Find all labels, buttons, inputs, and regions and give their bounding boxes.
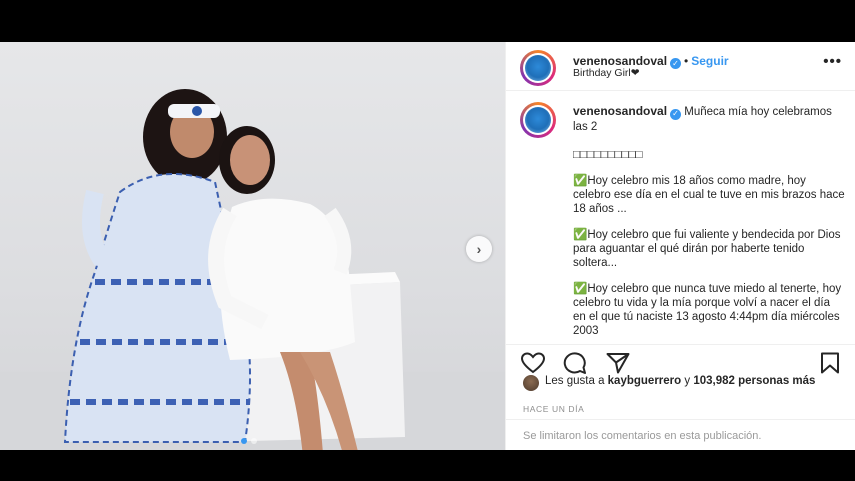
likes-mid: y bbox=[681, 375, 691, 387]
liker-username[interactable]: kaybguerrero bbox=[608, 375, 682, 387]
caption-avatar[interactable] bbox=[520, 102, 556, 138]
verified-badge-icon: ✓ bbox=[670, 58, 682, 69]
comment-icon[interactable] bbox=[563, 352, 587, 374]
verified-badge-icon: ✓ bbox=[670, 108, 682, 120]
more-options-icon[interactable]: ••• bbox=[823, 53, 842, 70]
share-icon[interactable] bbox=[606, 352, 630, 374]
post-timestamp[interactable]: HACE UN DÍA bbox=[523, 404, 584, 414]
likes-summary: Les gusta a kaybguerrero y 103,982 perso… bbox=[523, 374, 843, 391]
heart-icon[interactable] bbox=[521, 352, 545, 374]
comments-disabled-text: Se limitaron los comentarios en esta pub… bbox=[523, 430, 762, 442]
carousel-dots bbox=[241, 438, 257, 444]
bookmark-icon[interactable] bbox=[819, 352, 841, 374]
photo-illustration bbox=[0, 89, 505, 450]
carousel-dot-active bbox=[241, 438, 247, 444]
header-username[interactable]: venenosandoval bbox=[573, 54, 667, 68]
post-caption: venenosandoval ✓ Muñeca mía hoy celebramo… bbox=[573, 104, 845, 350]
avatar[interactable] bbox=[520, 50, 556, 86]
next-arrow-icon[interactable]: › bbox=[466, 236, 492, 262]
post-header: venenosandoval ✓ • Seguir Birthday Girl❤ ••… bbox=[506, 42, 855, 91]
likes-prefix: Les gusta a bbox=[545, 375, 608, 387]
caption-paragraph-3: ✅Hoy celebro que nunca tuve miedo al ten… bbox=[573, 282, 842, 337]
caption-emoji-row: □□□□□□□□□□ bbox=[573, 148, 643, 161]
caption-username[interactable]: venenosandoval bbox=[573, 104, 667, 118]
likes-count[interactable]: 103,982 personas más bbox=[693, 375, 815, 387]
comments-disabled-bar: Se limitaron los comentarios en esta pub… bbox=[506, 419, 855, 451]
caption-paragraph-1: ✅Hoy celebro mis 18 años como madre, hoy… bbox=[573, 174, 845, 215]
post-photo[interactable]: › bbox=[0, 42, 505, 450]
follow-button[interactable]: Seguir bbox=[691, 54, 728, 68]
liker-avatar[interactable] bbox=[523, 375, 539, 391]
carousel-dot bbox=[251, 438, 257, 444]
caption-paragraph-2: ✅Hoy celebro que fui valiente y bendecid… bbox=[573, 228, 841, 269]
post-side-panel: venenosandoval ✓ • Seguir Birthday Girl❤ ••… bbox=[505, 42, 855, 450]
location-text[interactable]: Birthday Girl❤ bbox=[573, 67, 640, 79]
separator-dot: • bbox=[684, 54, 689, 68]
instagram-post: › venenosandoval ✓ • Seguir Birthday Girl❤ … bbox=[0, 42, 855, 450]
